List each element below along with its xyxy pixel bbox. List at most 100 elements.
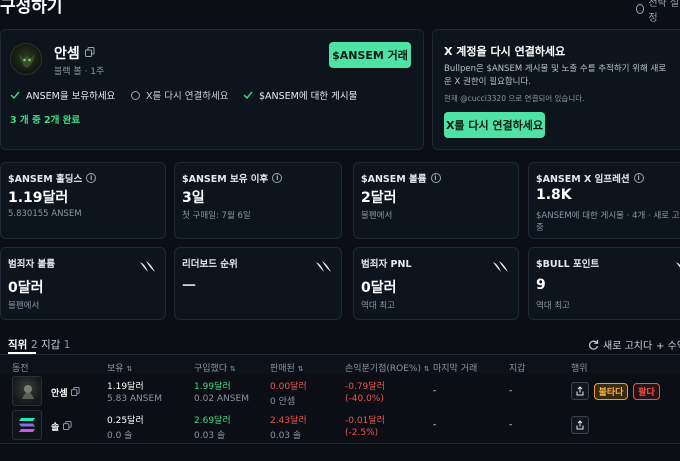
stat-sub: $ANSEM에 대한 게시물 · 4개 · 새로 고침 대 xyxy=(536,211,680,221)
stat-value: 0달러 xyxy=(8,280,44,296)
tab-wallets[interactable]: 지갑 1 xyxy=(41,337,70,352)
stat-value: — xyxy=(182,277,196,293)
refresh-button[interactable]: 새로 고치다 xyxy=(588,337,652,352)
buy-button[interactable]: 불타다 xyxy=(594,383,628,400)
stat-sub: 역대 최고 xyxy=(361,301,395,311)
col-label: 판매된 xyxy=(270,364,295,374)
x-panel-desc-1: Bullpen은 $ANSEM 게시물 및 노출 수를 추적하기 위해 새로 xyxy=(444,64,667,74)
info-icon[interactable]: i xyxy=(430,173,441,183)
stat-label: $ANSEM 볼륨 i xyxy=(361,171,441,185)
coin-name: 솔 xyxy=(51,423,60,433)
profile-name: 안셈 xyxy=(54,46,80,62)
stat-label: 범죄자 볼륨 xyxy=(8,259,56,270)
bought-amount: 0.03 솔 xyxy=(194,431,226,441)
bought-value: 2.69달러 xyxy=(194,416,231,426)
settings-icon xyxy=(636,4,645,14)
stat-value: 9 xyxy=(536,277,546,293)
checklist-label: X를 다시 연결하세요 xyxy=(146,91,229,102)
share-button[interactable] xyxy=(571,382,589,400)
stat-card-volume: $ANSEM 볼륨 i 2달러 불펜에서 xyxy=(353,162,519,239)
stat-value: 1.8K xyxy=(536,187,572,203)
stat-value: 1.19달러 xyxy=(8,190,69,206)
copy-icon[interactable] xyxy=(63,420,72,430)
hold-value: 1.19달러 xyxy=(107,382,144,392)
bullpen-wing-icon xyxy=(676,262,680,268)
bullpen-wing-icon xyxy=(316,261,331,272)
col-coin[interactable]: 동전 xyxy=(12,361,29,374)
add-profit-button[interactable]: + 수익 xyxy=(656,337,680,352)
col-wallet[interactable]: 지갑 xyxy=(509,361,526,374)
tab-label: 직위 xyxy=(8,339,28,351)
col-label: 손익분기점(ROE%) xyxy=(345,364,421,374)
progress-text: 3 개 중 2개 완료 xyxy=(10,115,81,126)
checklist-item-hold: ANSEM을 보유하세요 xyxy=(10,88,115,102)
bought-amount: 0.02 ANSEM xyxy=(194,394,249,404)
tab-positions[interactable]: 직위 2 xyxy=(8,337,38,352)
stat-card-leaderboard: 리더보드 순위 — xyxy=(174,247,342,320)
pnl-value: -0.01달러 xyxy=(345,416,385,426)
stat-card-holdings: $ANSEM 홀딩스 i 1.19달러 5.830155 ANSEM xyxy=(0,162,166,239)
stat-label-text: $ANSEM 볼륨 xyxy=(361,174,427,185)
bullpen-wing-icon xyxy=(493,261,508,272)
stat-card-impressions: $ANSEM X 임프레션 i 1.8K $ANSEM에 대한 게시물 · 4개 … xyxy=(528,162,680,239)
hold-amount: 5.83 ANSEM xyxy=(107,394,162,404)
info-icon[interactable]: i xyxy=(272,173,283,183)
avatar xyxy=(10,43,42,75)
profile-subtitle: 블랙 볼 · 1주 xyxy=(54,67,105,77)
sell-button[interactable]: 팔다 xyxy=(633,383,660,400)
refresh-icon xyxy=(589,340,599,350)
col-pnl[interactable]: 손익분기점(ROE%) ⇅ xyxy=(345,361,430,374)
checklist-item-post: $ANSEM에 대한 게시물 xyxy=(243,88,357,102)
x-panel-desc-2: 운 X 권한이 필요합니다. xyxy=(444,77,532,87)
col-label: 보유 xyxy=(107,364,124,374)
col-label: 구입했다 xyxy=(194,364,228,374)
sort-icon: ⇅ xyxy=(230,365,236,373)
sort-icon: ⇅ xyxy=(126,365,133,373)
stat-label: $ANSEM 홀딩스 i xyxy=(8,171,97,185)
tab-count: 1 xyxy=(63,339,71,351)
info-icon[interactable]: i xyxy=(86,173,97,183)
stat-label: 리더보드 순위 xyxy=(182,259,238,270)
sold-value: 2.43달러 xyxy=(270,416,307,426)
stat-label: 범죄자 PNL xyxy=(361,259,412,270)
stat-sub: 5.830155 ANSEM xyxy=(8,209,82,219)
last-trade: - xyxy=(433,386,437,396)
hold-amount: 0.0 솔 xyxy=(107,431,133,441)
sold-amount: 0.03 솔 xyxy=(270,431,302,441)
col-bought[interactable]: 구입했다 ⇅ xyxy=(194,361,236,374)
x-reconnect-panel: X 계정을 다시 연결하세요 Bullpen은 $ANSEM 게시물 및 노출 … xyxy=(432,29,680,150)
wallet: - xyxy=(509,420,513,430)
info-icon[interactable]: i xyxy=(633,173,644,183)
stat-value: 2달러 xyxy=(361,190,397,206)
stat-label-text: $ANSEM 보유 이후 xyxy=(182,174,269,185)
x-panel-title: X 계정을 다시 연결하세요 xyxy=(444,45,566,58)
bull-logo-icon xyxy=(19,54,35,68)
coin-icon-sol xyxy=(12,410,42,440)
reconnect-x-button[interactable]: X를 다시 연결하세요 xyxy=(444,112,545,138)
col-sold[interactable]: 판매된 ⇅ xyxy=(270,361,304,374)
wallet: - xyxy=(509,386,513,396)
col-last-trade[interactable]: 마지막 거래 xyxy=(433,361,477,374)
pnl-value: -0.79달러 xyxy=(345,382,385,392)
ansem-avatar-icon xyxy=(22,385,34,399)
empty-circle-icon xyxy=(131,90,140,100)
settings-link[interactable]: 전략 설정 xyxy=(636,0,680,24)
tab-count: 2 xyxy=(30,339,38,351)
bullpen-wing-icon xyxy=(140,261,155,272)
copy-icon[interactable] xyxy=(71,386,80,396)
stat-card-held-since: $ANSEM 보유 이후 i 3일 첫 구매일: 7월 6일 xyxy=(174,162,342,239)
check-icon xyxy=(243,91,253,99)
hold-value: 0.25달러 xyxy=(107,416,144,426)
stat-label: $ANSEM X 임프레션 i xyxy=(536,171,644,185)
share-icon xyxy=(576,420,584,430)
trade-ansem-button[interactable]: $ANSEM 거래 xyxy=(329,42,411,68)
col-hold[interactable]: 보유 ⇅ xyxy=(107,361,132,374)
share-button[interactable] xyxy=(571,416,589,434)
solana-icon xyxy=(19,418,35,432)
profile-card: 안셈 블랙 볼 · 1주 $ANSEM 거래 ANSEM을 보유하세요 X를 다… xyxy=(0,29,424,150)
check-icon xyxy=(10,91,20,99)
copy-icon[interactable] xyxy=(85,47,95,57)
stat-sub-2: 중 xyxy=(536,223,544,233)
stat-sub: 첫 구매일: 7월 6일 xyxy=(182,211,251,221)
sort-icon: ⇅ xyxy=(297,365,304,373)
